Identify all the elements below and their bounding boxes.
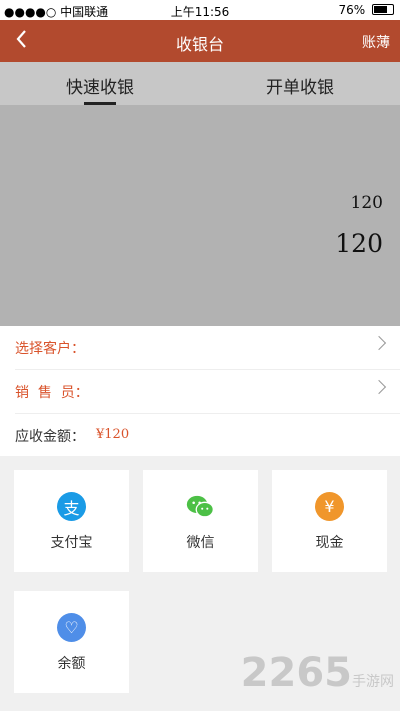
chevron-right-icon xyxy=(371,379,387,395)
expression-text: 120 xyxy=(350,193,383,213)
balance-glyph: ♡ xyxy=(64,618,79,637)
salesperson-row[interactable]: 销 售 员： xyxy=(0,370,400,413)
battery-indicator: 76% xyxy=(338,3,394,17)
alipay-icon: 支 xyxy=(57,492,86,521)
payment-label: 余额 xyxy=(57,656,86,672)
cash-glyph: ¥ xyxy=(324,497,335,516)
battery-fill xyxy=(374,6,387,13)
amount-value: ¥120 xyxy=(96,427,130,442)
amount-label: 应收金额： xyxy=(15,429,85,445)
balance-icon: ♡ xyxy=(57,613,86,642)
page-title: 收银台 xyxy=(175,35,224,54)
alipay-glyph: 支 xyxy=(63,498,80,518)
battery-icon xyxy=(372,4,394,15)
wechat-icon xyxy=(186,492,215,521)
amount-row: 应收金额： ¥120 xyxy=(0,414,400,457)
amount-display: 120 120 xyxy=(0,105,400,326)
battery-percent: 76% xyxy=(338,3,366,17)
payment-balance[interactable]: ♡ 余额 xyxy=(14,591,129,693)
payment-label: 微信 xyxy=(186,535,215,551)
tab-quick-checkout[interactable]: 快速收银 xyxy=(66,73,134,98)
nav-bar: 收银台 账薄 xyxy=(0,20,400,62)
status-bar: ●●●●○ 中国联通 上午11:56 76% xyxy=(0,0,400,20)
payment-wechat[interactable]: 微信 xyxy=(143,470,258,572)
payment-cash[interactable]: ¥ 现金 xyxy=(272,470,387,572)
payment-label: 现金 xyxy=(315,535,344,551)
payment-alipay[interactable]: 支 支付宝 xyxy=(14,470,129,572)
chevron-right-icon xyxy=(371,335,387,351)
payment-label: 支付宝 xyxy=(50,535,93,551)
watermark-sub: 手游网 xyxy=(352,674,394,690)
result-text: 120 xyxy=(335,229,383,258)
tab-order-checkout[interactable]: 开单收银 xyxy=(266,73,334,98)
salesperson-label: 销 售 员： xyxy=(15,385,89,401)
ledger-button[interactable]: 账薄 xyxy=(362,32,390,52)
watermark-brand: 2265 xyxy=(240,650,352,696)
cash-icon: ¥ xyxy=(315,492,344,521)
select-customer-row[interactable]: 选择客户： xyxy=(0,326,400,369)
tab-bar: 快速收银 开单收银 xyxy=(0,62,400,105)
select-customer-label: 选择客户： xyxy=(15,341,85,357)
checkout-form: 选择客户： 销 售 员： 应收金额： ¥120 xyxy=(0,326,400,456)
site-watermark: 2265手游网 xyxy=(241,650,394,696)
